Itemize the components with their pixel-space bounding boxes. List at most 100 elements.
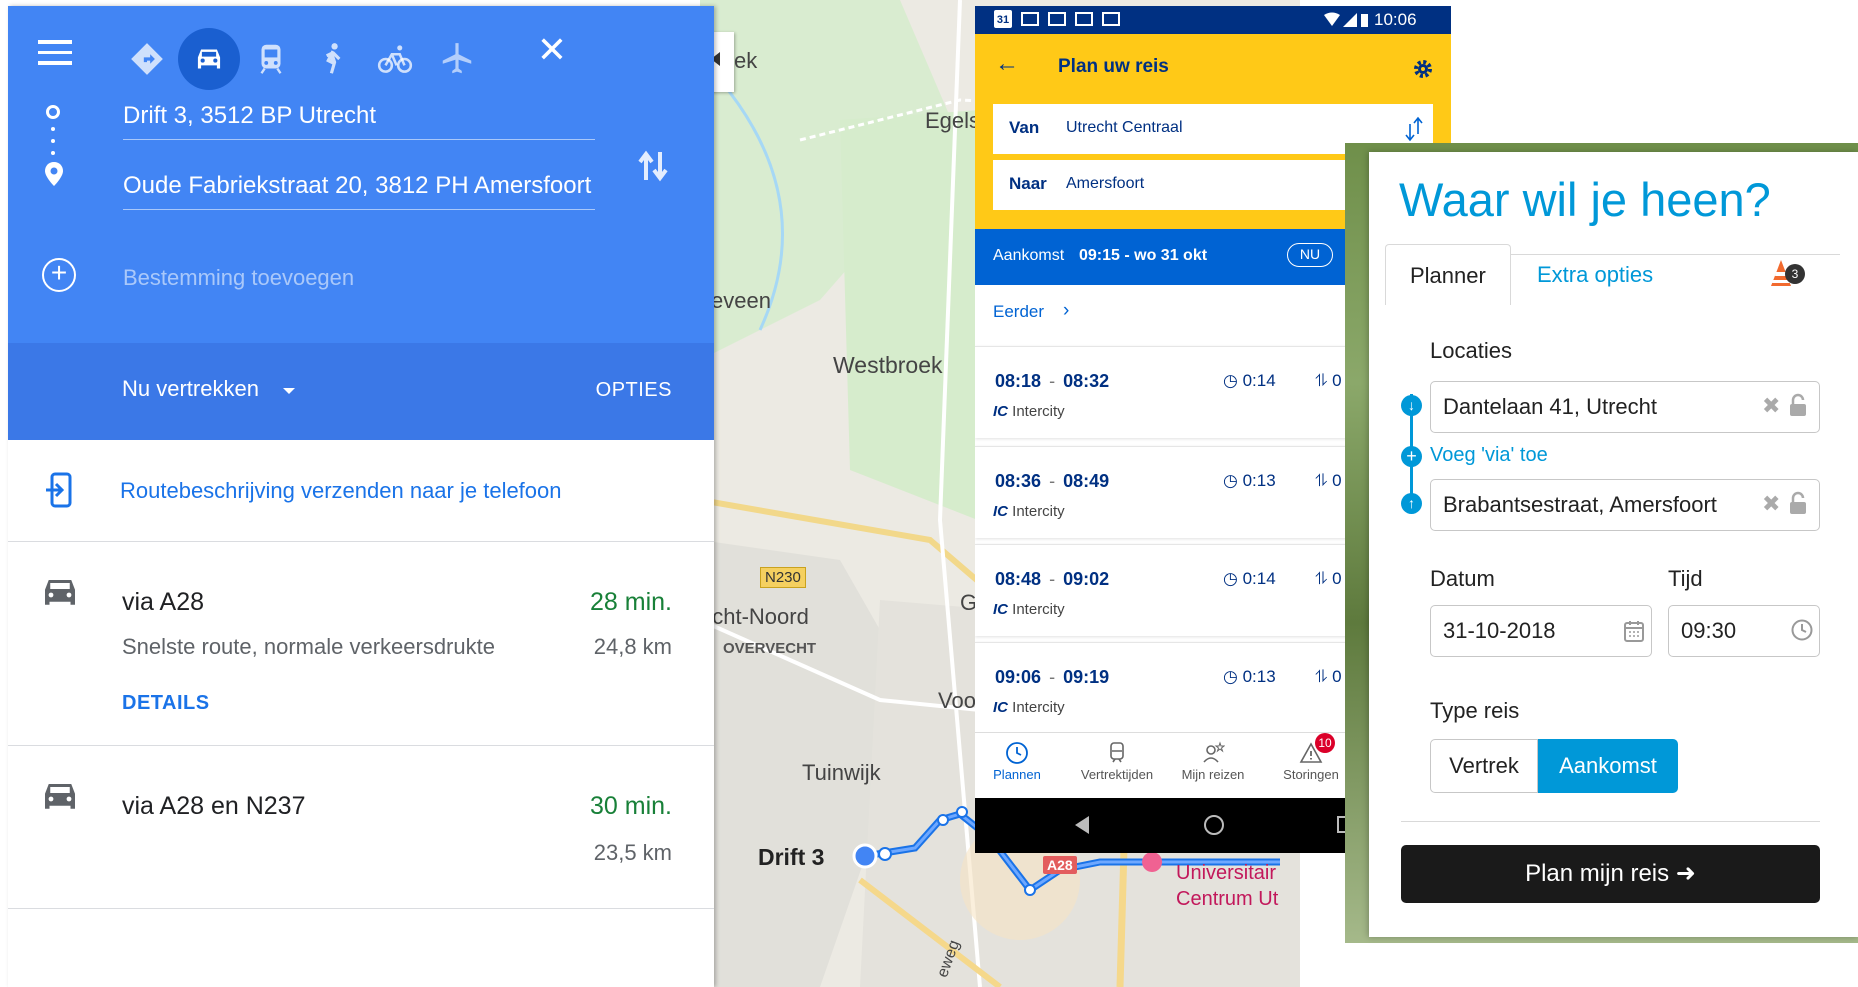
car-icon [45, 580, 75, 605]
trip-duration: ◷ 0:13 [1223, 667, 1276, 686]
date-label: Datum [1430, 566, 1495, 591]
options-button[interactable]: OPTIES [596, 379, 672, 402]
clear-icon[interactable]: ✖ [1762, 393, 1780, 419]
lock-icon[interactable] [1788, 491, 1808, 515]
route-dot-icon [51, 139, 55, 143]
type-vertrek-button[interactable]: Vertrek [1430, 739, 1538, 793]
nav-home-icon[interactable] [1204, 815, 1224, 835]
plan-trip-button[interactable]: Plan mijn reis ➜ [1401, 845, 1820, 903]
details-link[interactable]: DETAILS [122, 692, 210, 715]
trip-duration: ◷ 0:13 [1223, 471, 1276, 490]
clock-icon: ◷ [1223, 569, 1243, 588]
trip-type: IC Intercity [993, 503, 1065, 520]
divider [1401, 821, 1820, 822]
calendar-icon [1624, 621, 1644, 642]
route-dot-icon [51, 151, 55, 155]
destination-pin-icon [45, 162, 63, 186]
gear-icon[interactable] [1412, 58, 1434, 80]
trip-type: IC Intercity [993, 601, 1065, 618]
time-input[interactable]: 09:30 [1668, 605, 1820, 657]
swap-icon[interactable] [1403, 116, 1425, 142]
send-to-phone-link[interactable]: Routebeschrijving verzenden naar je tele… [120, 478, 562, 504]
road-shield: A28 [1043, 856, 1077, 874]
earlier-link[interactable]: Eerder [993, 302, 1044, 322]
depart-time-dropdown[interactable]: Nu vertrekken [122, 376, 259, 402]
nav-back-icon[interactable] [1075, 816, 1089, 834]
route-description: Snelste route, normale verkeersdrukte [122, 634, 495, 659]
map-label: echt-Noord [700, 604, 809, 629]
transfer-icon: ⥮ [1315, 667, 1333, 686]
close-icon[interactable]: ✕ [534, 32, 570, 68]
swap-icon[interactable] [636, 146, 670, 186]
train-icon [1110, 742, 1124, 763]
map-label: Tuinwijk [802, 760, 881, 785]
dropdown-arrow-icon [283, 388, 295, 394]
trip-transfers: ⥮ 0 [1315, 569, 1342, 588]
directions-header: ✕ Drift 3, 3512 BP Utrecht Oude Fabrieks… [8, 6, 714, 343]
trip-duration: ◷ 0:14 [1223, 371, 1276, 390]
gmail-icon [1021, 12, 1039, 26]
plane-icon [442, 43, 472, 74]
tab-plannen[interactable]: Plannen [975, 737, 1067, 782]
date-input[interactable]: 31-10-2018 [1430, 605, 1652, 657]
mode-best-route[interactable] [116, 28, 178, 90]
map-label-origin: Drift 3 [758, 844, 825, 870]
route-option[interactable]: via A28 28 min. Snelste route, normale v… [8, 542, 714, 745]
add-destination-icon[interactable]: + [42, 258, 76, 292]
mode-bike[interactable] [364, 28, 426, 90]
to-value: Amersfoort [1066, 175, 1145, 192]
clock-icon [1791, 619, 1813, 641]
route-option[interactable]: via A28 en N237 30 min. 23,5 km [8, 746, 714, 908]
destination-input[interactable]: Oude Fabriekstraat 20, 3812 PH Amersfoor… [123, 170, 595, 210]
add-via-icon[interactable]: + [1401, 446, 1422, 467]
to-input[interactable]: Brabantsestraat, Amersfoort ✖ [1430, 479, 1820, 531]
lock-icon[interactable] [1788, 393, 1808, 417]
departure-options-bar: Nu vertrekken OPTIES [8, 343, 714, 440]
add-destination-field[interactable]: Bestemming toevoegen [123, 265, 354, 291]
clear-icon[interactable]: ✖ [1762, 491, 1780, 517]
car-icon [197, 49, 221, 69]
transfer-icon: ⥮ [1315, 471, 1333, 490]
tab-extra-opties[interactable]: Extra opties [1537, 262, 1653, 288]
type-aankomst-button[interactable]: Aankomst [1538, 739, 1678, 793]
route-duration: 28 min. [590, 588, 672, 616]
mode-car[interactable] [178, 28, 240, 90]
back-arrow-icon[interactable]: ← [995, 50, 1019, 78]
gmail-icon [1102, 12, 1120, 26]
trip-times: 08:18 - 08:32 [995, 371, 1110, 391]
transfer-icon: ⥮ [1315, 371, 1333, 390]
calendar-icon: 31 [994, 10, 1012, 28]
to-marker-icon: ↑ [1401, 493, 1422, 514]
walk-icon [325, 43, 341, 74]
route-icon [131, 43, 163, 75]
menu-icon[interactable] [38, 38, 72, 68]
now-button[interactable]: NU [1287, 243, 1333, 267]
arrow-right-icon: ➜ [1675, 860, 1696, 887]
send-to-phone-icon [46, 472, 72, 508]
clock-icon: ◷ [1223, 471, 1243, 490]
clock-icon: ◷ [1223, 371, 1243, 390]
gmail-icon [1048, 12, 1066, 26]
trip-transfers: ⥮ 0 [1315, 471, 1342, 490]
google-maps-directions-panel: ✕ Drift 3, 3512 BP Utrecht Oude Fabrieks… [8, 6, 714, 987]
tab-mijn-reizen[interactable]: Mijn reizen [1163, 737, 1263, 782]
map-label: Centrum Ut [1176, 888, 1279, 910]
tab-planner[interactable]: Planner [1385, 244, 1511, 305]
storingen-badge: 10 [1315, 733, 1335, 753]
alert-badge: 3 [1785, 264, 1805, 284]
mode-walk[interactable] [302, 28, 364, 90]
arrival-value: 09:15 - wo 31 okt [1079, 247, 1208, 264]
bike-icon [377, 45, 413, 73]
arrival-label: Aankomst [993, 247, 1065, 264]
mode-transit[interactable] [240, 28, 302, 90]
from-input[interactable]: Dantelaan 41, Utrecht ✖ [1430, 381, 1820, 433]
route-duration: 30 min. [590, 792, 672, 820]
add-via-link[interactable]: Voeg 'via' toe [1430, 444, 1548, 467]
car-icon [45, 784, 75, 809]
origin-input[interactable]: Drift 3, 3512 BP Utrecht [123, 100, 595, 140]
signal-icon [1324, 12, 1368, 27]
from-value: Utrecht Centraal [1066, 119, 1183, 136]
tab-vertrektijden[interactable]: Vertrektijden [1067, 737, 1167, 782]
mode-flight[interactable] [426, 28, 488, 90]
page-title: Plan uw reis [1058, 56, 1169, 77]
